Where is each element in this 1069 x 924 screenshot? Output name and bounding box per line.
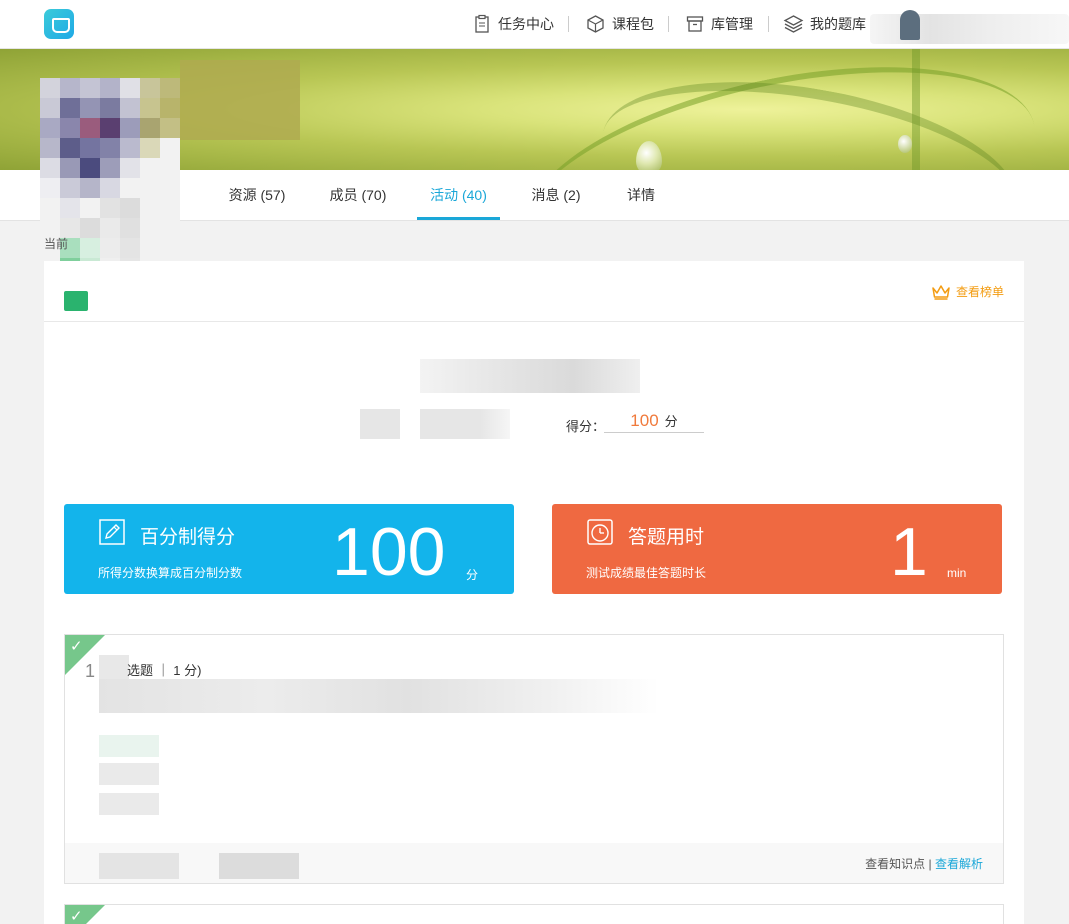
layers-icon <box>783 15 804 33</box>
option-redacted <box>99 735 159 757</box>
nav-library-management[interactable]: 库管理 <box>685 13 753 35</box>
score-display: 100 分 <box>604 411 704 433</box>
answer-time-title: 答题用时 <box>628 527 705 548</box>
nav-my-question-bank[interactable]: 我的题库 <box>783 13 866 35</box>
question-footer: 查看知识点 | 查看解析 <box>65 843 1003 883</box>
view-analysis-link[interactable]: 查看解析 <box>935 857 983 871</box>
answer-time-desc: 测试成绩最佳答题时长 <box>586 566 707 580</box>
tab-messages[interactable]: 消息 (2) <box>524 170 588 220</box>
nav-my-question-bank-label: 我的题库 <box>810 16 866 32</box>
nav-task-center[interactable]: 任务中心 <box>472 13 554 35</box>
view-ranking-label: 查看榜单 <box>955 285 1004 299</box>
check-icon: ✓ <box>70 908 83 924</box>
question-number: 1 <box>85 661 96 681</box>
student-info-redacted <box>360 409 510 439</box>
answer-time-unit: min <box>947 566 967 580</box>
score-label: 得分： <box>566 419 606 434</box>
question-type: 选题 ｜ 1 分) <box>127 663 202 678</box>
tab-members[interactable]: 成员 (70) <box>322 170 394 220</box>
tab-activities[interactable]: 活动 (40) <box>417 170 500 220</box>
percent-score-desc: 所得分数换算成百分制分数 <box>98 566 243 580</box>
panel-header: 查看榜单 <box>44 261 1024 322</box>
percent-score-unit: 分 <box>466 568 479 582</box>
answer-time-card: 答题用时 测试成绩最佳答题时长 1 min <box>552 504 1002 594</box>
option-redacted <box>99 763 159 785</box>
activity-type-tag <box>64 291 88 311</box>
banner-water-drop <box>898 135 912 153</box>
option-redacted <box>99 793 159 815</box>
clock-icon <box>587 519 613 545</box>
answer-time-value: 1 <box>890 514 928 590</box>
nav-library-management-label: 库管理 <box>711 16 753 32</box>
activity-title-redacted <box>420 359 640 393</box>
avatar[interactable] <box>900 10 920 40</box>
nav-task-center-label: 任务中心 <box>498 16 554 32</box>
question-links: 查看知识点 | 查看解析 <box>865 855 983 872</box>
question-card: ✓ 1 选题 ｜ 1 分) 查看知识点 | 查看解析 <box>64 634 1004 884</box>
tab-details[interactable]: 详情 <box>618 170 664 220</box>
clipboard-icon <box>475 14 489 33</box>
answer-info-redacted <box>99 853 299 879</box>
score-value: 100 <box>630 411 659 430</box>
activity-result-panel: 查看榜单 得分： 100 分 百分制得分 所得分数换算成百分制分数 100 分 答… <box>44 261 1024 924</box>
breadcrumb: 当前 <box>44 237 69 251</box>
check-icon: ✓ <box>70 638 83 655</box>
crown-icon <box>932 284 950 300</box>
nav-divider <box>568 16 569 32</box>
link-separator: | <box>928 857 932 871</box>
percent-score-value: 100 <box>332 514 446 590</box>
package-icon <box>587 15 604 33</box>
nav-course-package[interactable]: 课程包 <box>585 13 654 35</box>
score-unit: 分 <box>664 414 678 429</box>
nav-divider <box>768 16 769 32</box>
archive-icon <box>686 16 704 32</box>
view-knowledge-link[interactable]: 查看知识点 <box>865 857 925 871</box>
edit-icon <box>99 519 125 545</box>
banner-stem <box>912 49 920 170</box>
nav-course-package-label: 课程包 <box>612 16 654 32</box>
question-card: ✓ <box>64 904 1004 924</box>
nav-divider <box>668 16 669 32</box>
app-logo[interactable] <box>44 9 74 39</box>
top-nav: 任务中心 课程包 库管理 我的题库 <box>0 0 1069 49</box>
view-ranking-link[interactable]: 查看榜单 <box>931 283 1004 300</box>
question-stem-redacted <box>99 679 659 713</box>
percent-score-card: 百分制得分 所得分数换算成百分制分数 100 分 <box>64 504 514 594</box>
percent-score-title: 百分制得分 <box>140 527 236 548</box>
